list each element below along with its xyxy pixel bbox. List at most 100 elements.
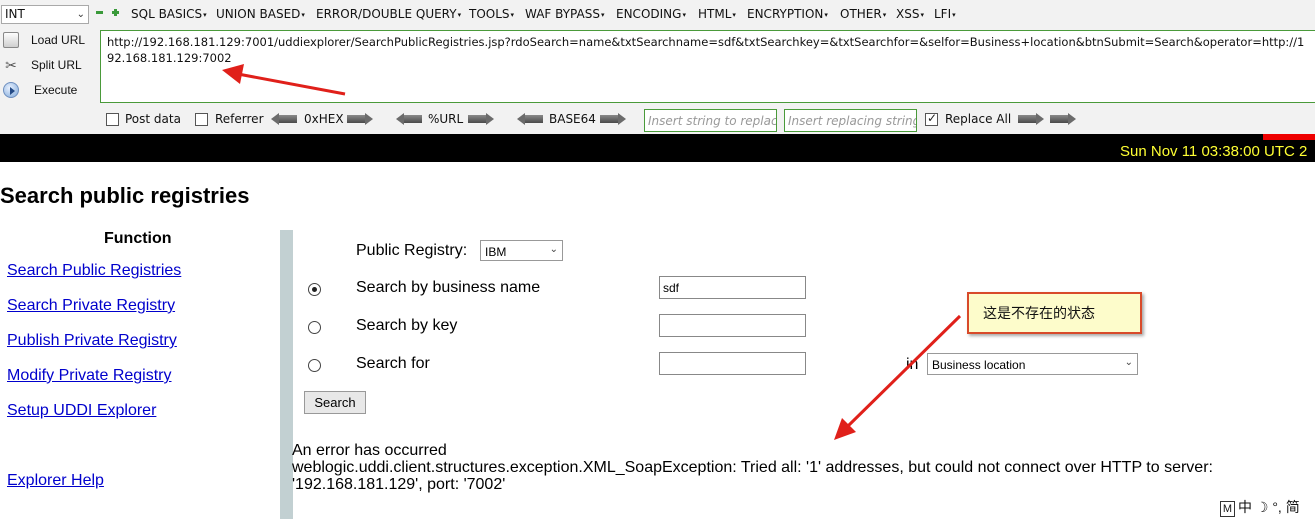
menu-html[interactable]: HTML▾ (698, 7, 736, 21)
page-header-banner: Sun Nov 11 03:38:00 UTC 2 (0, 134, 1315, 162)
menu-union-based[interactable]: UNION BASED▾ (216, 7, 305, 21)
decrement-icon[interactable] (95, 8, 104, 17)
nav-explorer-help[interactable]: Explorer Help (7, 472, 104, 490)
execute-button[interactable]: Execute (0, 79, 98, 101)
hackbar-actions: Load URL ✂ Split URL Execute (0, 28, 98, 108)
url-encode-label: %URL (428, 112, 464, 126)
ime-mode-icon: M (1220, 501, 1235, 517)
search-by-key-radio[interactable] (308, 321, 321, 334)
load-url-icon (3, 32, 19, 48)
hackbar-menubar: INT ⌄ SQL BASICS▾ UNION BASED▾ ERROR/DOU… (0, 0, 1315, 28)
nav-publish-private-registry[interactable]: Publish Private Registry (7, 332, 177, 350)
post-data-label: Post data (125, 112, 181, 126)
replace-all-checkbox[interactable] (925, 111, 938, 126)
business-name-input[interactable]: sdf (659, 276, 806, 299)
menu-lfi[interactable]: LFI▾ (934, 7, 956, 21)
base64-label: BASE64 (549, 112, 596, 126)
split-url-button[interactable]: ✂ Split URL (0, 54, 98, 76)
load-url-label: Load URL (31, 33, 86, 47)
dropdown-arrow-icon: ▾ (882, 11, 887, 19)
load-url-button[interactable]: Load URL (0, 29, 98, 51)
url-encode-arrow-icon[interactable] (468, 113, 494, 125)
base64-encode-arrow-icon[interactable] (600, 113, 626, 125)
replace-next-arrow-icon[interactable] (1050, 113, 1076, 125)
chevron-down-icon: ⌄ (1124, 357, 1133, 368)
dropdown-arrow-icon: ▾ (301, 11, 305, 19)
dropdown-arrow-icon: ▾ (510, 11, 515, 19)
menu-label: ENCODING (616, 7, 682, 21)
ime-status: 中 ☽ °, 简 (1238, 499, 1300, 515)
nav-setup-uddi-explorer[interactable]: Setup UDDI Explorer (7, 402, 156, 420)
split-url-label: Split URL (31, 58, 82, 72)
location-value: Business location (932, 358, 1026, 372)
menu-sql-basics[interactable]: SQL BASICS▾ (131, 7, 207, 21)
dropdown-arrow-icon: ▾ (203, 11, 207, 19)
execute-label: Execute (34, 83, 78, 97)
error-message: An error has occurred weblogic.uddi.clie… (292, 442, 1292, 493)
replace-arrow-icon[interactable] (1018, 113, 1044, 125)
menu-encoding[interactable]: ENCODING▾ (616, 7, 686, 21)
menu-other[interactable]: OTHER▾ (840, 7, 886, 21)
dropdown-arrow-icon: ▾ (600, 11, 605, 19)
hex-decode-arrow-icon[interactable] (271, 113, 297, 125)
insert-string-input[interactable]: Insert string to replace (644, 109, 777, 132)
search-for-input[interactable] (659, 352, 806, 375)
menu-label: OTHER (840, 7, 882, 21)
public-registry-value: IBM (485, 245, 507, 259)
ime-toolbar[interactable]: M中 ☽ °, 简 (1220, 497, 1315, 519)
dropdown-arrow-icon: ▾ (952, 11, 956, 19)
hackbar-toolbar: INT ⌄ SQL BASICS▾ UNION BASED▾ ERROR/DOU… (0, 0, 1315, 134)
replace-all-label: Replace All (945, 112, 1012, 126)
error-title: An error has occurred (292, 442, 447, 459)
menu-waf-bypass[interactable]: WAF BYPASS▾ (525, 7, 604, 21)
menu-xss[interactable]: XSS▾ (896, 7, 924, 21)
menu-tools[interactable]: TOOLS▾ (469, 7, 514, 21)
menu-error-double-query[interactable]: ERROR/DOUBLE QUERY▾ (316, 7, 461, 21)
public-registry-label: Public Registry: (356, 242, 468, 259)
url-textarea[interactable]: http://192.168.181.129:7001/uddiexplorer… (100, 30, 1315, 103)
hex-label: 0xHEX (304, 112, 344, 126)
menu-label: TOOLS (469, 7, 510, 21)
dropdown-arrow-icon: ▾ (920, 11, 924, 19)
search-by-name-label: Search by business name (356, 279, 541, 296)
dropdown-arrow-icon: ▾ (682, 11, 686, 19)
search-button[interactable]: Search (304, 391, 366, 414)
search-by-name-radio[interactable] (308, 283, 321, 296)
menu-label: UNION BASED (216, 7, 301, 21)
arrow-to-error-head (834, 418, 856, 440)
nav-modify-private-registry[interactable]: Modify Private Registry (7, 367, 172, 385)
dropdown-arrow-icon: ▾ (457, 11, 462, 19)
search-for-radio[interactable] (308, 359, 321, 372)
injection-type-select[interactable]: INT ⌄ (1, 5, 89, 24)
function-heading: Function (104, 230, 172, 247)
search-for-label: Search for (356, 355, 430, 372)
referrer-checkbox[interactable] (195, 113, 208, 126)
execute-icon (3, 82, 19, 98)
search-by-key-label: Search by key (356, 317, 458, 334)
banner-accent (1263, 134, 1315, 140)
dropdown-arrow-icon: ▾ (732, 11, 736, 19)
error-detail-cont: '192.168.181.129', port: '7002' (292, 476, 506, 493)
referrer-label: Referrer (215, 112, 264, 126)
error-detail: weblogic.uddi.client.structures.exceptio… (292, 459, 1213, 476)
hackbar-options: Post data Referrer 0xHEX %URL BASE64 Ins… (0, 108, 1315, 132)
url-decode-arrow-icon[interactable] (396, 113, 422, 125)
base64-decode-arrow-icon[interactable] (517, 113, 543, 125)
increment-icon[interactable] (111, 8, 120, 17)
in-label: in (906, 356, 919, 373)
nav-search-private-registry[interactable]: Search Private Registry (7, 297, 175, 315)
split-url-icon: ✂ (5, 57, 17, 73)
menu-label: WAF BYPASS (525, 7, 600, 21)
replacing-string-input[interactable]: Insert replacing string (784, 109, 917, 132)
menu-label: ERROR/DOUBLE QUERY (316, 7, 457, 21)
search-key-input[interactable] (659, 314, 806, 337)
public-registry-select[interactable]: IBM ⌄ (480, 240, 563, 261)
menu-label: HTML (698, 7, 732, 21)
search-for-location-select[interactable]: Business location ⌄ (927, 353, 1138, 375)
hex-encode-arrow-icon[interactable] (347, 113, 373, 125)
chevron-down-icon: ⌄ (549, 244, 558, 255)
post-data-checkbox[interactable] (106, 113, 119, 126)
nav-search-public-registries[interactable]: Search Public Registries (7, 262, 181, 280)
menu-encryption[interactable]: ENCRYPTION▾ (747, 7, 828, 21)
server-date: Sun Nov 11 03:38:00 UTC 2 (1120, 143, 1308, 160)
